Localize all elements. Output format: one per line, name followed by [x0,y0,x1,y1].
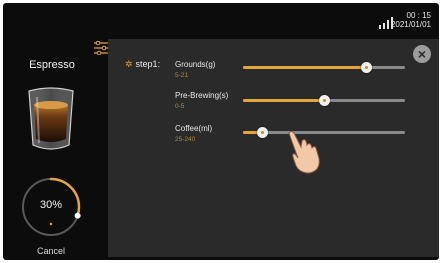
cancel-button[interactable]: Cancel [23,246,79,256]
slider-grounds[interactable] [243,62,405,73]
setting-label-prebrewing: Pre-Brewing(s) [175,91,229,100]
drink-title: Espresso [29,59,75,71]
menu-sliders-icon[interactable] [93,41,109,55]
setting-label-grounds: Grounds(g) [175,60,216,69]
machine-screen: 00 : 15 2021/01/01 Espresso 30% Cancel ×… [3,3,439,260]
slider-fill [243,99,324,102]
setting-label-coffee: Coffee(ml) [175,124,213,133]
step-label: step1: [135,59,161,69]
date-text: 2021/01/01 [390,20,431,29]
step-indicator: ✲ step1: [125,59,160,70]
hand-pointer-icon [288,131,320,174]
slider-prebrewing[interactable] [243,95,405,106]
status-clock: 00 : 15 2021/01/01 [391,11,431,29]
close-icon[interactable]: × [413,45,431,63]
settings-panel [108,39,439,257]
espresso-cup-icon [28,87,74,150]
slider-knob[interactable] [319,95,330,106]
star-icon: ✲ [125,59,133,69]
progress-percent: 30% [39,199,63,211]
slider-fill [243,66,367,69]
setting-range-grounds: 5-21 [175,72,189,79]
setting-range-prebrewing: 0-5 [175,103,185,110]
time-text: 00 : 15 [406,11,431,20]
setting-range-coffee: 25-240 [175,136,196,143]
